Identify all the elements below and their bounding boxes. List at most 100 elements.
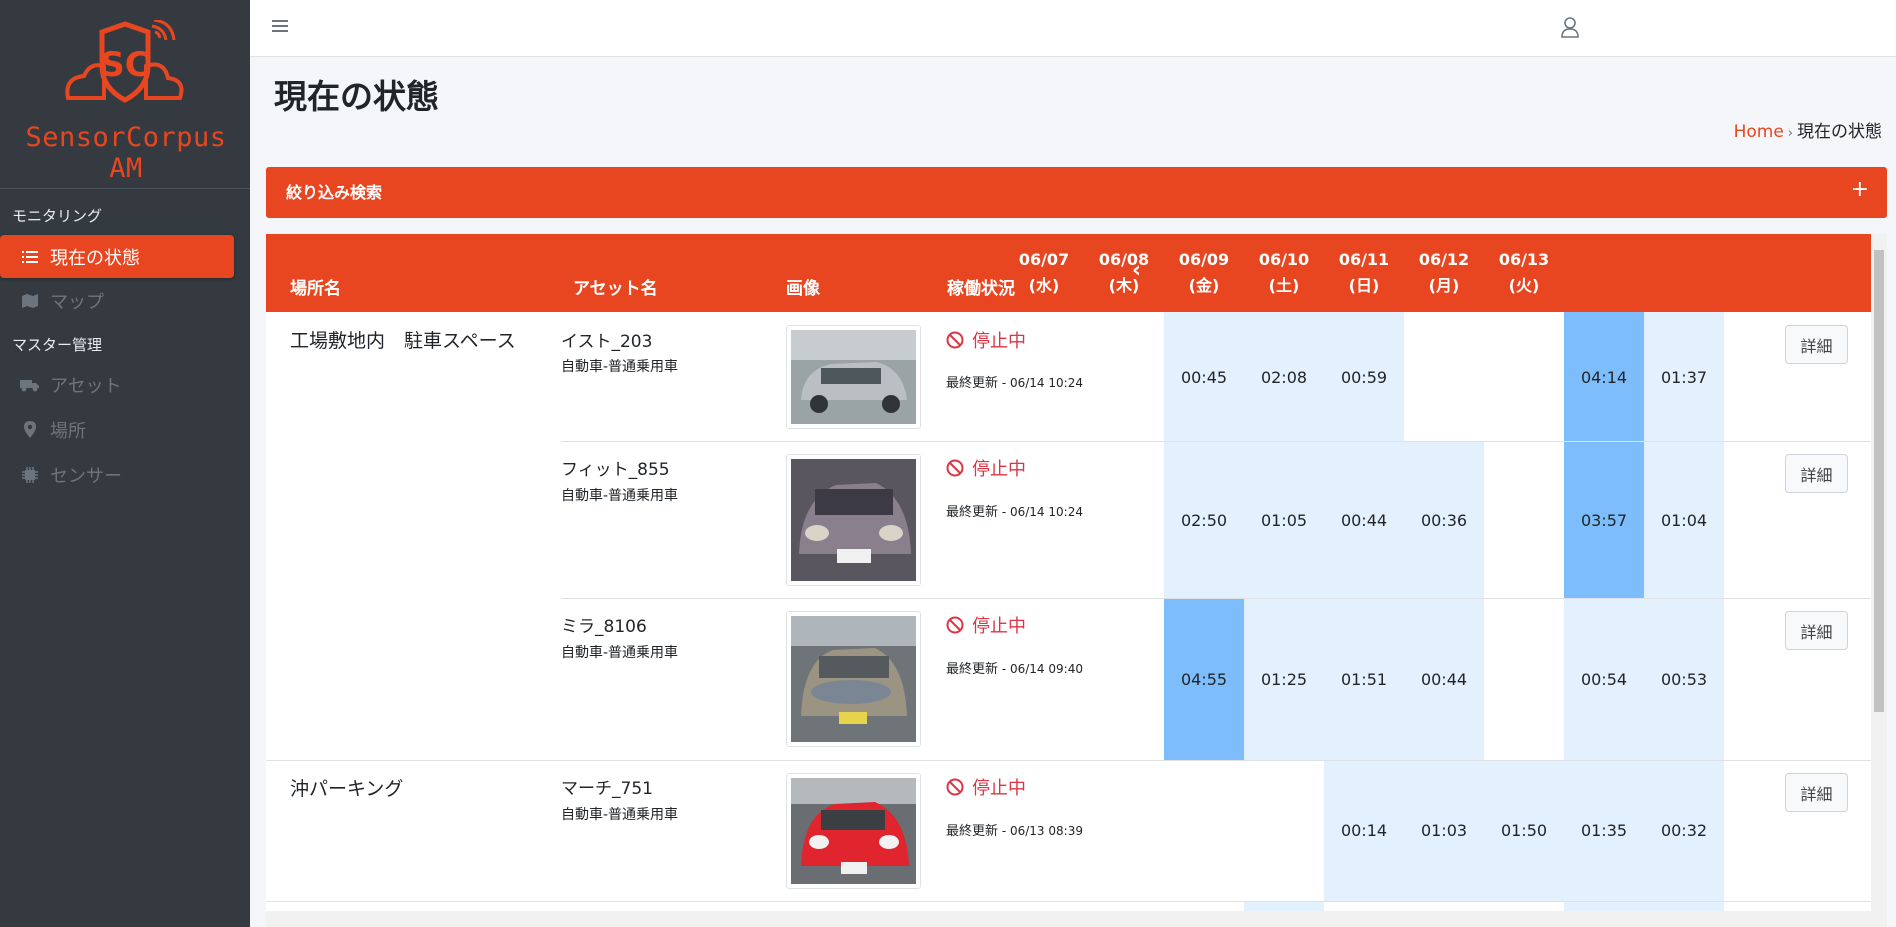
date-header: 06/12 (月) xyxy=(1404,247,1484,299)
vertical-scrollbar[interactable] xyxy=(1871,234,1887,927)
detail-button[interactable]: 詳細 xyxy=(1785,611,1848,650)
breadcrumb-home-link[interactable]: Home xyxy=(1734,122,1784,142)
usage-hours: 01:37 xyxy=(1660,368,1708,387)
last-updated: 最終更新 - 06/14 10:24 xyxy=(946,376,1083,391)
usage-hours: 00:44 xyxy=(1420,670,1468,689)
sidebar-item-assets[interactable]: アセット xyxy=(0,363,234,406)
breadcrumb-current: 現在の状態 xyxy=(1797,122,1882,142)
scrollbar-thumb[interactable] xyxy=(1874,250,1884,712)
ban-icon xyxy=(946,331,964,349)
ban-icon xyxy=(946,616,964,634)
last-updated: 最終更新 - 06/14 09:40 xyxy=(946,662,1083,677)
brand-logo-text: SC xyxy=(100,45,149,85)
filter-title: 絞り込み検索 xyxy=(286,183,383,202)
brand-name: SensorCorpus AM xyxy=(25,122,227,184)
status-text: 停止中 xyxy=(972,331,1026,352)
ban-icon xyxy=(946,459,964,477)
last-updated: 最終更新 - 06/14 10:24 xyxy=(946,505,1083,520)
map-icon xyxy=(20,291,40,311)
col-header-asset: アセット名 xyxy=(573,279,658,299)
breadcrumb: Home › 現在の状態 xyxy=(1734,117,1882,142)
usage-hours: 01:51 xyxy=(1340,670,1388,689)
date-header-date: 06/11 xyxy=(1338,250,1390,269)
status-label: 停止中 xyxy=(946,774,1026,800)
last-updated-label: 最終更新 xyxy=(946,376,999,391)
last-updated: 最終更新 - 06/13 08:39 xyxy=(946,824,1083,839)
sidebar-item-label: センサー xyxy=(50,465,122,487)
date-header-weekday: (水) xyxy=(1028,276,1060,295)
sidebar-item-sensors[interactable]: センサー xyxy=(0,453,234,496)
date-header-date: 06/13 xyxy=(1498,250,1550,269)
sidebar-item-current-status[interactable]: 現在の状態 xyxy=(0,235,234,278)
usage-hours: 01:25 xyxy=(1260,670,1308,689)
sidebar: SC SensorCorpus AM モニタリング 現在の状態 マップ マスター… xyxy=(0,0,250,927)
status-label: 停止中 xyxy=(946,327,1026,353)
date-header-weekday: (火) xyxy=(1508,276,1540,295)
place-name: 沖パーキング xyxy=(290,778,404,800)
usage-hours: 00:14 xyxy=(1340,821,1388,840)
date-header-date: 06/08 xyxy=(1098,250,1150,269)
last-updated-value: 06/14 10:24 xyxy=(1009,505,1083,519)
date-header-weekday: (金) xyxy=(1188,276,1220,295)
date-header: 06/13 (火) xyxy=(1484,247,1564,299)
date-header-date: 06/12 xyxy=(1418,250,1470,269)
asset-photo xyxy=(786,611,921,747)
col-header-image: 画像 xyxy=(786,279,820,299)
chip-icon xyxy=(20,465,40,485)
plus-icon[interactable]: + xyxy=(1851,177,1869,202)
status-text: 停止中 xyxy=(972,778,1026,799)
usage-hours: 00:32 xyxy=(1660,821,1708,840)
usage-cell-bg xyxy=(1564,901,1724,911)
map-marker-icon xyxy=(20,420,40,440)
usage-cell-bg xyxy=(1244,901,1324,911)
horizontal-scrollbar[interactable] xyxy=(266,911,1871,927)
date-header: 06/11 (日) xyxy=(1324,247,1404,299)
date-header-weekday: (日) xyxy=(1348,276,1380,295)
detail-button[interactable]: 詳細 xyxy=(1785,773,1848,812)
usage-hours: 02:08 xyxy=(1260,368,1308,387)
last-updated-label: 最終更新 xyxy=(946,662,999,677)
ban-icon xyxy=(946,778,964,796)
asset-name: フィット_855 xyxy=(561,460,670,480)
usage-hours: 01:35 xyxy=(1580,821,1628,840)
brand-logo: SC xyxy=(65,20,184,103)
usage-hours: 00:59 xyxy=(1340,368,1388,387)
date-header-weekday: (土) xyxy=(1268,276,1300,295)
date-header: 06/08 (木) xyxy=(1084,247,1164,299)
col-header-place: 場所名 xyxy=(290,279,341,299)
row-divider xyxy=(561,441,1871,442)
asset-photo xyxy=(786,454,921,586)
asset-type: 自動車-普通乗用車 xyxy=(561,645,679,661)
last-updated-value: 06/14 09:40 xyxy=(1009,662,1083,676)
usage-hours: 04:55 xyxy=(1180,670,1228,689)
sidebar-item-map[interactable]: マップ xyxy=(0,279,234,322)
status-text: 停止中 xyxy=(972,616,1026,637)
last-updated-value: 06/13 08:39 xyxy=(1009,824,1083,838)
sidebar-item-places[interactable]: 場所 xyxy=(0,408,234,451)
filter-card[interactable]: 絞り込み検索 + xyxy=(266,167,1887,218)
date-header-weekday: (月) xyxy=(1428,276,1460,295)
nav-section-monitoring: モニタリング xyxy=(12,207,103,225)
usage-hours: 02:50 xyxy=(1180,511,1228,530)
detail-button[interactable]: 詳細 xyxy=(1785,454,1848,493)
usage-hours: 00:53 xyxy=(1660,670,1708,689)
sidebar-item-label: 場所 xyxy=(50,420,86,442)
sidebar-item-label: 現在の状態 xyxy=(50,247,140,269)
asset-type: 自動車-普通乗用車 xyxy=(561,488,679,504)
truck-icon xyxy=(20,375,40,395)
usage-hours: 00:45 xyxy=(1180,368,1228,387)
asset-type: 自動車-普通乗用車 xyxy=(561,807,679,823)
usage-hours: 00:44 xyxy=(1340,511,1388,530)
last-updated-label: 最終更新 xyxy=(946,505,999,520)
date-header-date: 06/09 xyxy=(1178,250,1230,269)
user-icon[interactable] xyxy=(1560,16,1580,38)
brand[interactable]: SC SensorCorpus AM xyxy=(0,0,250,189)
usage-hours: 00:54 xyxy=(1580,670,1628,689)
asset-name: マーチ_751 xyxy=(561,779,653,799)
detail-button[interactable]: 詳細 xyxy=(1785,325,1848,364)
hamburger-icon[interactable] xyxy=(272,18,290,34)
date-header-weekday: (木) xyxy=(1108,276,1140,295)
last-updated-label: 最終更新 xyxy=(946,824,999,839)
list-icon xyxy=(20,247,40,267)
breadcrumb-separator: › xyxy=(1787,126,1793,141)
